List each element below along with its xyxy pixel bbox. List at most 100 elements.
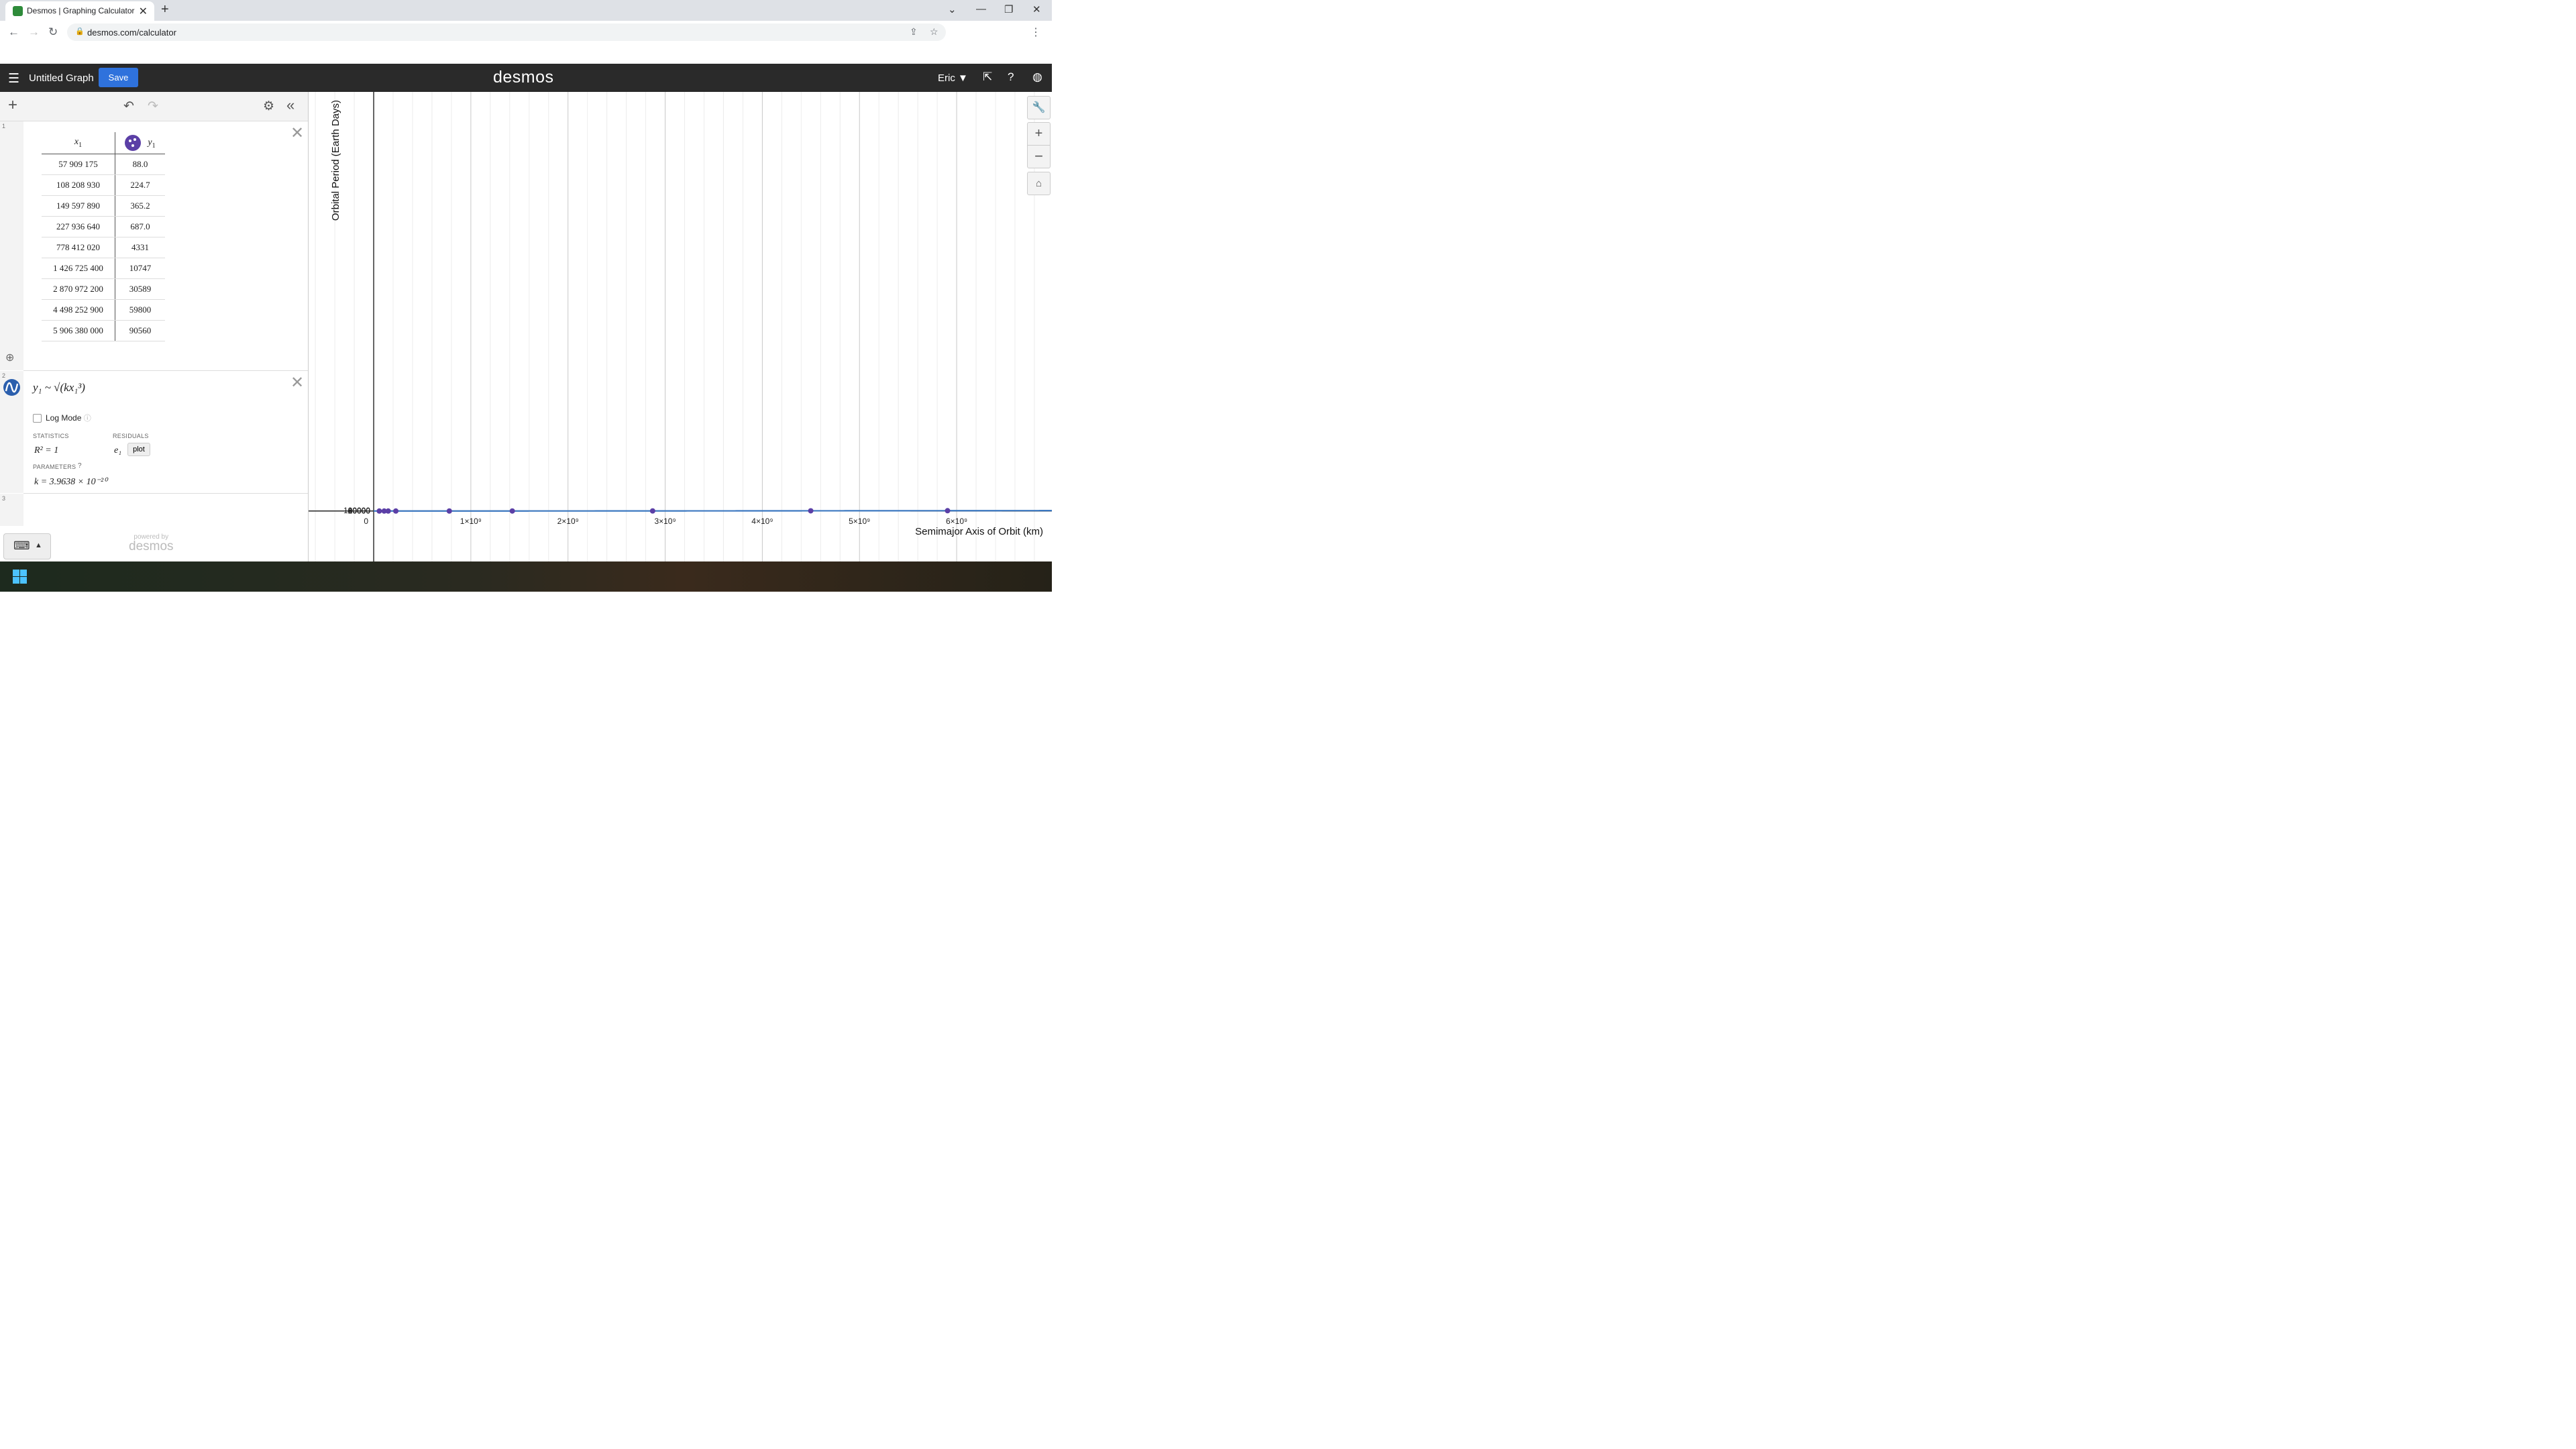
x-cell[interactable]: 1 426 725 400 bbox=[42, 258, 115, 279]
parameters-label: PARAMETERS bbox=[33, 464, 76, 470]
statistics-label: STATISTICS bbox=[33, 433, 69, 439]
user-name: Eric bbox=[938, 72, 955, 84]
forward-icon[interactable]: → bbox=[28, 25, 40, 39]
divider bbox=[23, 370, 308, 371]
graph-paper[interactable]: 0 1×10⁹ 2×10⁹ 3×10⁹ 4×10⁹ 5×10⁹ 6×10⁹ 20000 4000… bbox=[309, 92, 1052, 561]
new-tab-button[interactable]: + bbox=[161, 2, 169, 17]
delete-table-icon[interactable]: ✕ bbox=[290, 123, 304, 143]
language-globe-icon[interactable]: ◍ bbox=[1032, 70, 1042, 84]
y-cell[interactable]: 30589 bbox=[115, 278, 165, 300]
tab-close-icon[interactable]: ✕ bbox=[139, 5, 148, 18]
y-cell[interactable]: 687.0 bbox=[115, 216, 165, 237]
data-table: x1 y1 57 909 175 88.0 108 208 930 224.7 149 … bbox=[42, 132, 165, 341]
divider bbox=[23, 493, 308, 494]
windows-taskbar bbox=[0, 561, 1052, 592]
zoom-out-button[interactable]: − bbox=[1027, 145, 1051, 168]
zoom-fit-icon[interactable]: ⊕ bbox=[5, 351, 14, 364]
log-mode-label: Log Mode bbox=[46, 413, 82, 423]
desmos-logo: desmos bbox=[493, 68, 554, 87]
graph-svg[interactable]: 0 1×10⁹ 2×10⁹ 3×10⁹ 4×10⁹ 5×10⁹ 6×10⁹200004000… bbox=[309, 92, 1052, 561]
add-expression-icon[interactable]: + bbox=[8, 96, 17, 115]
graph-settings-button[interactable]: 🔧 bbox=[1027, 96, 1051, 119]
share-icon[interactable]: ⇪ bbox=[910, 26, 918, 38]
x-cell[interactable]: 227 936 640 bbox=[42, 216, 115, 237]
y-cell[interactable]: 10747 bbox=[115, 258, 165, 279]
regression-formula[interactable]: y₁ ~ √(kx₁³) bbox=[33, 381, 85, 394]
help-icon[interactable]: ⓘ bbox=[84, 415, 91, 423]
x-cell[interactable]: 2 870 972 200 bbox=[42, 278, 115, 300]
lock-icon: 🔒 bbox=[75, 28, 85, 36]
browser-tab[interactable]: Desmos | Graphing Calculator ✕ bbox=[5, 1, 154, 21]
table-row: 778 412 020 4331 bbox=[42, 237, 165, 258]
x-cell[interactable]: 5 906 380 000 bbox=[42, 320, 115, 341]
x-cell[interactable]: 4 498 252 900 bbox=[42, 299, 115, 321]
powered-by-desmos[interactable]: powered by desmos bbox=[129, 533, 174, 554]
data-point[interactable] bbox=[376, 508, 382, 514]
table-row: 1 426 725 400 10747 bbox=[42, 258, 165, 279]
minimize-icon[interactable]: — bbox=[976, 3, 986, 15]
y-cell[interactable]: 224.7 bbox=[115, 174, 165, 196]
save-button[interactable]: Save bbox=[99, 68, 138, 87]
hamburger-menu-icon[interactable]: ☰ bbox=[8, 71, 19, 87]
y-cell[interactable]: 365.2 bbox=[115, 195, 165, 217]
data-point[interactable] bbox=[385, 508, 391, 514]
share-graph-icon[interactable]: ⇱ bbox=[983, 70, 992, 84]
y-cell[interactable]: 59800 bbox=[115, 299, 165, 321]
parameter-k-value: k = 3.9638 × 10⁻²⁰ bbox=[34, 477, 107, 487]
tab-search-icon[interactable]: ⌄ bbox=[948, 3, 957, 15]
point-style-icon[interactable] bbox=[125, 135, 142, 151]
redo-icon[interactable]: ↷ bbox=[148, 99, 158, 114]
chrome-menu-icon[interactable]: ⋮ bbox=[1030, 25, 1041, 39]
undo-icon[interactable]: ↶ bbox=[123, 99, 134, 114]
help-icon[interactable]: ? bbox=[1008, 70, 1014, 84]
settings-gear-icon[interactable]: ⚙ bbox=[263, 99, 274, 114]
y-cell[interactable]: 90560 bbox=[115, 320, 165, 341]
plot-residuals-button[interactable]: plot bbox=[127, 443, 150, 456]
window-close-icon[interactable]: ✕ bbox=[1032, 3, 1041, 15]
back-icon[interactable]: ← bbox=[8, 25, 19, 39]
residuals-label: RESIDUALS bbox=[113, 433, 149, 439]
table-row: 2 870 972 200 30589 bbox=[42, 278, 165, 300]
x-column-header[interactable]: x1 bbox=[42, 132, 115, 154]
y-column-header[interactable]: y1 bbox=[115, 132, 165, 154]
bookmark-star-icon[interactable]: ☆ bbox=[930, 26, 938, 38]
log-mode-toggle[interactable]: Log Mode ⓘ bbox=[33, 413, 91, 423]
data-point[interactable] bbox=[649, 508, 655, 514]
collapse-list-icon[interactable]: « bbox=[286, 97, 294, 114]
home-view-button[interactable]: ⌂ bbox=[1027, 172, 1051, 195]
expression-gutter-1[interactable] bbox=[0, 121, 23, 370]
user-menu[interactable]: Eric ▼ bbox=[938, 72, 968, 84]
data-point[interactable] bbox=[446, 508, 452, 514]
row-number: 1 bbox=[2, 123, 6, 129]
data-point[interactable] bbox=[393, 508, 399, 514]
x-cell[interactable]: 149 597 890 bbox=[42, 195, 115, 217]
address-bar[interactable]: 🔒 desmos.com/calculator ⇪ ☆ bbox=[67, 23, 946, 41]
x-cell[interactable]: 778 412 020 bbox=[42, 237, 115, 258]
table-row: 108 208 930 224.7 bbox=[42, 174, 165, 196]
plus-icon: + bbox=[1034, 126, 1043, 141]
table-row: 5 906 380 000 90560 bbox=[42, 320, 165, 341]
log-mode-checkbox[interactable] bbox=[33, 414, 42, 423]
windows-start-icon[interactable] bbox=[13, 570, 27, 584]
restore-icon[interactable]: ❐ bbox=[1004, 3, 1013, 15]
x-tick-label: 4×10⁹ bbox=[751, 517, 773, 526]
address-toolbar: ← → ↻ 🔒 desmos.com/calculator ⇪ ☆ ⋮ bbox=[0, 21, 1052, 44]
x-cell[interactable]: 108 208 930 bbox=[42, 174, 115, 196]
data-point[interactable] bbox=[808, 508, 814, 514]
table-row: 149 597 890 365.2 bbox=[42, 195, 165, 217]
table-row: 4 498 252 900 59800 bbox=[42, 299, 165, 321]
residual-variable: e₁ bbox=[114, 445, 122, 455]
x-cell[interactable]: 57 909 175 bbox=[42, 154, 115, 175]
zoom-in-button[interactable]: + bbox=[1027, 122, 1051, 146]
help-icon[interactable]: ? bbox=[78, 462, 82, 470]
delete-expression-icon[interactable]: ✕ bbox=[290, 373, 304, 392]
url-text[interactable]: desmos.com/calculator bbox=[87, 28, 176, 38]
y-cell[interactable]: 88.0 bbox=[115, 154, 165, 175]
keyboard-toggle[interactable]: ⌨ ▲ bbox=[3, 533, 51, 559]
tab-title: Desmos | Graphing Calculator bbox=[27, 6, 135, 15]
reload-icon[interactable]: ↻ bbox=[48, 25, 58, 39]
y-cell[interactable]: 4331 bbox=[115, 237, 165, 258]
data-point[interactable] bbox=[509, 508, 515, 514]
data-point[interactable] bbox=[945, 508, 951, 514]
graph-title[interactable]: Untitled Graph bbox=[29, 72, 94, 84]
